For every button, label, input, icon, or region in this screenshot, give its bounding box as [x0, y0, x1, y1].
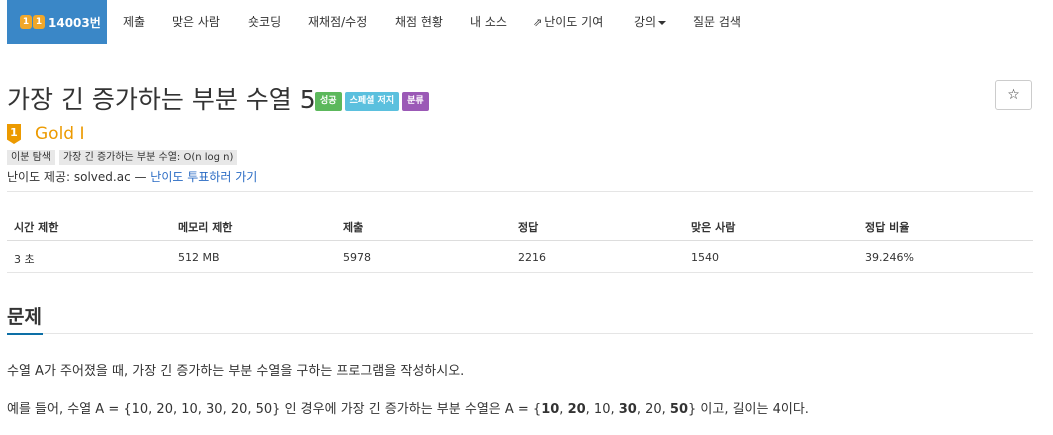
provider-prefix: 난이도 제공: solved.ac —: [7, 170, 151, 184]
stat-header-accepted-users: 맞은 사람: [691, 221, 736, 234]
example-bold: 20: [567, 402, 586, 417]
coin-icon: 1: [33, 15, 45, 29]
nav-problem-label: 14003번: [48, 15, 101, 30]
nav-lectures[interactable]: 강의: [634, 0, 667, 44]
badge-success: 성공: [315, 92, 342, 111]
nav-rejudge[interactable]: 재채점/수정: [308, 0, 367, 44]
coin-icon: 1: [20, 15, 32, 29]
stat-time: 3 초: [14, 253, 35, 266]
tier: 1 Gold I: [7, 124, 85, 144]
badge-category[interactable]: 분류: [402, 92, 429, 111]
tag-binary-search[interactable]: 이분 탐색: [7, 150, 55, 165]
problem-description: 수열 A가 주어졌을 때, 가장 긴 증가하는 부분 수열을 구하는 프로그램을…: [7, 364, 465, 379]
top-nav: 1 1 14003번 제출 맞은 사람 숏코딩 재채점/수정 채점 현황 내 소…: [0, 0, 1053, 52]
section-heading: 문제: [7, 306, 42, 328]
caret-down-icon: [658, 20, 667, 25]
example-text: ,: [559, 402, 568, 417]
nav-question-search[interactable]: 질문 검색: [693, 0, 741, 44]
difficulty-vote-link[interactable]: 난이도 투표하러 가기: [150, 170, 257, 184]
tag-lis[interactable]: 가장 긴 증가하는 부분 수열: O(n log n): [58, 150, 238, 165]
section-divider: [7, 333, 1033, 334]
stat-accepted-users: 1540: [691, 251, 719, 264]
stat-header-ratio: 정답 비율: [865, 221, 910, 234]
stat-header-submissions: 제출: [343, 221, 364, 234]
problem-example: 예를 들어, 수열 A = {10, 20, 10, 30, 20, 50} 인…: [7, 398, 809, 417]
problem-badges: 성공 스페셜 저지 분류: [315, 92, 429, 111]
divider: [7, 191, 1033, 192]
stat-memory: 512 MB: [178, 251, 220, 264]
section-underline: [7, 333, 43, 335]
example-bold: 30: [618, 402, 637, 417]
nav-difficulty-contribute[interactable]: ⇗ 난이도 기여: [533, 0, 603, 44]
example-bold: 10: [541, 402, 560, 417]
example-text: } 이고, 길이는 4이다.: [688, 402, 809, 417]
tier-name: Gold I: [35, 124, 85, 144]
stat-accepted: 2216: [518, 251, 546, 264]
difficulty-provider: 난이도 제공: solved.ac — 난이도 투표하러 가기: [7, 168, 257, 185]
nav-status[interactable]: 채점 현황: [395, 0, 443, 44]
nav-accepted-users[interactable]: 맞은 사람: [172, 0, 220, 44]
external-link-icon: ⇗: [533, 16, 543, 29]
nav-problem-number[interactable]: 1 1 14003번: [7, 0, 107, 44]
badge-special-judge: 스페셜 저지: [344, 92, 400, 111]
stat-submissions: 5978: [343, 251, 371, 264]
example-text: 예를 들어, 수열 A = {10, 20, 10, 30, 20, 50} 인…: [7, 402, 542, 417]
nav-lectures-label: 강의: [634, 15, 657, 29]
stat-header-memory: 메모리 제한: [178, 221, 233, 234]
example-bold: 50: [669, 402, 688, 417]
nav-my-source[interactable]: 내 소스: [470, 0, 507, 44]
nav-difficulty-label: 난이도 기여: [544, 15, 604, 29]
star-icon: ☆: [1007, 87, 1020, 103]
nav-submit[interactable]: 제출: [123, 0, 145, 44]
stat-header-time: 시간 제한: [14, 221, 59, 234]
stat-ratio: 39.246%: [865, 251, 914, 264]
example-text: , 10,: [585, 402, 619, 417]
nav-short-coding[interactable]: 숏코딩: [248, 0, 281, 44]
gold-tier-icon: 1: [7, 124, 21, 144]
algorithm-tags: 이분 탐색 가장 긴 증가하는 부분 수열: O(n log n): [7, 150, 238, 165]
table-bottom-divider: [7, 272, 1033, 273]
example-text: , 20,: [636, 402, 670, 417]
table-divider: [7, 240, 1033, 241]
problem-title: 가장 긴 증가하는 부분 수열 5: [7, 85, 316, 114]
favorite-star-button[interactable]: ☆: [995, 80, 1032, 110]
stat-header-accepted: 정답: [518, 221, 539, 234]
